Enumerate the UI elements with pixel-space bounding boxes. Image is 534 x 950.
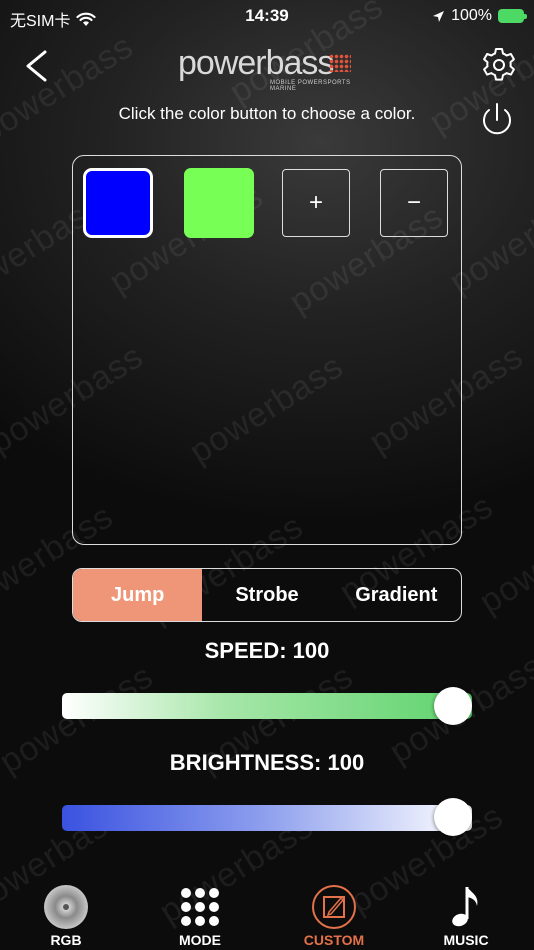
logo-dots-icon [329,54,351,72]
mode-gradient-button[interactable]: Gradient [332,569,461,621]
minus-icon: − [406,189,421,216]
tab-music[interactable]: MUSIC [416,880,516,950]
power-icon [483,103,511,135]
settings-button[interactable] [480,46,518,84]
music-note-icon [452,887,478,927]
plus-icon: + [308,189,323,216]
tab-bar: RGB MODE CUSTOM MUSIC [0,880,534,950]
logo-subtitle: MOBILE POWERSPORTS MARINE [270,80,351,92]
brightness-label: BRIGHTNESS: 100 [169,750,365,775]
instruction-text: Click the color button to choose a color… [118,104,416,123]
location-arrow-icon [433,10,445,22]
tab-music-label: MUSIC [443,932,489,948]
color-panel: + − [72,155,462,545]
brightness-slider-thumb[interactable] [434,798,472,836]
tab-custom-label: CUSTOM [303,932,365,948]
tab-mode-label: MODE [179,932,221,948]
add-color-button[interactable]: + [282,169,350,237]
mode-segmented-control: Jump Strobe Gradient [72,568,462,622]
speed-label: SPEED: 100 [204,638,330,663]
brightness-slider[interactable] [62,805,472,831]
battery-icon [498,9,527,23]
back-button[interactable] [18,46,58,86]
color-swatch-blue[interactable] [83,168,153,238]
tab-rgb[interactable]: RGB [16,880,116,950]
tab-rgb-label: RGB [50,932,82,948]
chevron-left-icon [26,50,47,82]
remove-color-button[interactable]: − [380,169,448,237]
speed-slider-thumb[interactable] [434,687,472,725]
mode-strobe-button[interactable]: Strobe [202,569,331,621]
tab-mode[interactable]: MODE [150,880,250,950]
edit-icon [312,885,356,929]
battery-percent: 100% [451,7,492,24]
grid-dots-icon [181,888,219,926]
gear-icon [483,48,515,81]
color-swatch-green[interactable] [184,168,254,238]
status-bar: 无SIM卡 14:39 100% [0,0,534,34]
powerbass-logo: powerbass MOBILE POWERSPORTS MARINE [178,44,358,92]
tab-custom[interactable]: CUSTOM [284,880,384,950]
power-button[interactable] [477,100,517,140]
rgb-disc-icon [44,885,88,929]
logo-text: powerbass [178,44,334,82]
status-right: 100% [432,7,527,25]
mode-jump-button[interactable]: Jump [73,569,203,621]
speed-slider[interactable] [62,693,472,719]
